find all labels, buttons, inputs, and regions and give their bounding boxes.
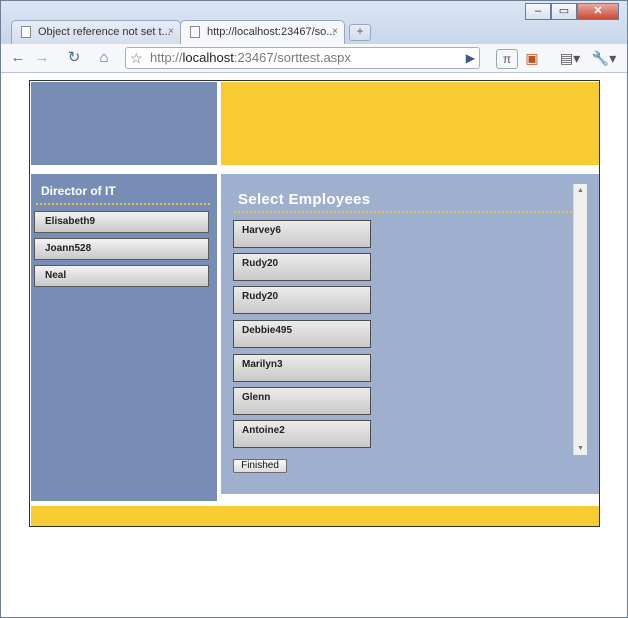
page-viewport: Director of IT Elisabeth9 Joann528 Neal … [2,73,626,617]
employee-item[interactable]: Glenn [233,387,371,415]
new-tab-button[interactable]: + [349,24,371,41]
page-icon [21,26,31,38]
back-icon[interactable]: ← [7,47,29,69]
window-controls: – ▭ ✕ [525,3,619,20]
wrench-menu-icon[interactable]: 🔧▾ [589,47,619,69]
employee-item[interactable]: Harvey6 [233,220,371,248]
employee-item[interactable]: Rudy20 [233,253,371,281]
director-divider [36,203,210,205]
url-prefix: http:// [150,50,183,65]
director-title: Director of IT [41,184,116,198]
tab-close-icon[interactable]: × [332,21,338,43]
url-path: :23467/sorttest.aspx [233,50,351,65]
scroll-down-icon[interactable]: ▼ [574,442,587,455]
maximize-button[interactable]: ▭ [551,3,577,20]
browser-window: – ▭ ✕ Object reference not set t... × ht… [0,0,628,618]
tab-close-icon[interactable]: × [168,21,174,43]
finished-button[interactable]: Finished [233,459,287,473]
browser-toolbar: ← → ↻ ⌂ ☆ http://localhost:23467/sorttes… [1,44,627,73]
select-employees-panel: Select Employees Harvey6 Rudy20 Rudy20 D… [221,174,599,494]
bookmark-star-icon[interactable]: ☆ [130,48,143,68]
reload-icon[interactable]: ↻ [63,47,85,69]
employee-item[interactable]: Debbie495 [233,320,371,348]
address-bar[interactable]: ☆ http://localhost:23467/sorttest.aspx ▶ [125,47,480,69]
header-right-block [221,82,599,165]
url-text[interactable]: http://localhost:23467/sorttest.aspx [150,48,351,68]
select-employees-title: Select Employees [238,191,371,208]
home-icon[interactable]: ⌂ [93,47,115,69]
tab-title: Object reference not set t... [38,26,171,38]
vertical-scrollbar[interactable]: ▲ ▼ [573,184,587,455]
go-icon[interactable]: ▶ [466,48,475,68]
tab-sorttest[interactable]: http://localhost:23467/so... × [180,20,345,45]
forward-icon[interactable]: → [31,47,53,69]
url-host: localhost [182,50,234,65]
select-employees-divider [234,211,572,213]
title-bar: – ▭ ✕ Object reference not set t... × ht… [1,1,627,45]
tab-title: http://localhost:23467/so... [207,26,336,38]
tab-object-reference[interactable]: Object reference not set t... × [11,20,181,44]
employee-item[interactable]: Marilyn3 [233,354,371,382]
employee-item[interactable]: Antoine2 [233,420,371,448]
director-employee-item[interactable]: Neal [34,265,209,287]
extension-calendar-icon[interactable]: ▣ [523,47,541,69]
scroll-up-icon[interactable]: ▲ [574,184,587,197]
director-employee-item[interactable]: Elisabeth9 [34,211,209,233]
director-panel: Director of IT Elisabeth9 Joann528 Neal [31,174,217,501]
close-window-button[interactable]: ✕ [577,3,619,20]
employee-item[interactable]: Rudy20 [233,286,371,314]
page-icon [190,26,200,38]
header-left-block [31,82,217,165]
director-employee-item[interactable]: Joann528 [34,238,209,260]
extension-pi-icon[interactable]: π [496,49,518,69]
footer-bar [31,506,599,526]
minimize-button[interactable]: – [525,3,551,20]
page-menu-icon[interactable]: ▤▾ [555,47,585,69]
page-container: Director of IT Elisabeth9 Joann528 Neal … [29,80,600,527]
